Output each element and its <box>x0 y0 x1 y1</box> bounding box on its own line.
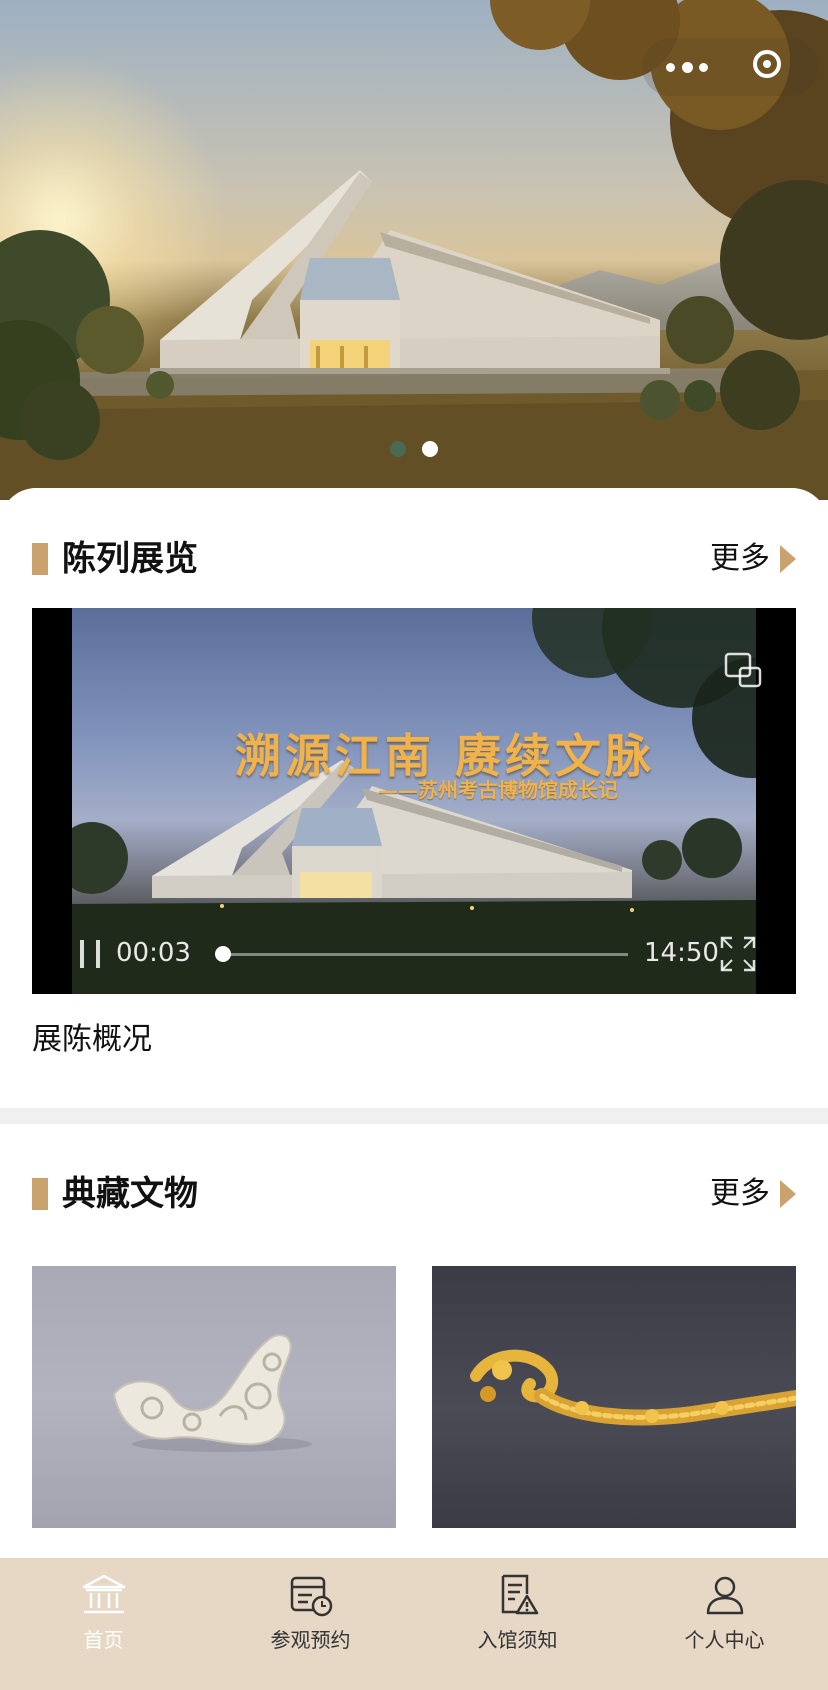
video-subtitle-overlay: ——苏州考古博物馆成长记 <box>378 778 618 802</box>
caret-right-icon <box>780 545 796 573</box>
section-accent-bar <box>32 543 48 575</box>
pause-icon[interactable] <box>78 940 102 968</box>
more-label: 更多 <box>710 541 770 576</box>
ellipsis-icon[interactable] <box>666 58 708 76</box>
tab-label: 首页 <box>83 1628 124 1652</box>
bottom-tab-bar: 首页 参观预约 入馆须知 个人中心 <box>0 1558 828 1690</box>
banner-dot[interactable] <box>390 441 406 457</box>
museum-icon <box>82 1574 125 1614</box>
hero-banner[interactable] <box>0 0 828 500</box>
gold-dragon-image <box>470 1349 796 1426</box>
tab-visit-booking[interactable]: 参观预约 <box>207 1558 414 1690</box>
progress-slider[interactable] <box>215 946 628 962</box>
more-label: 更多 <box>710 1176 770 1211</box>
user-icon <box>706 1576 743 1615</box>
caret-right-icon <box>780 1180 796 1208</box>
collection-item-jade[interactable] <box>32 1266 396 1528</box>
total-time: 14:50 <box>644 938 719 968</box>
collection-section-header: 典藏文物 更多 <box>32 1172 796 1216</box>
tab-entry-notice[interactable]: 入馆须知 <box>414 1558 621 1690</box>
collection-item-gold[interactable] <box>432 1266 796 1528</box>
video-player[interactable]: 溯源江南 赓续文脉 ——苏州考古博物馆成长记 00:03 14:50 <box>32 608 796 994</box>
progress-knob[interactable] <box>215 946 232 962</box>
video-caption[interactable]: 展陈概况 <box>32 1018 152 1062</box>
video-controls: 00:03 14:50 <box>72 928 756 978</box>
section-divider <box>0 1108 828 1124</box>
picture-in-picture-icon[interactable] <box>724 652 762 688</box>
tab-label: 个人中心 <box>684 1628 765 1652</box>
exhibition-title: 陈列展览 <box>62 539 198 579</box>
exhibition-section-header: 陈列展览 更多 <box>32 537 796 581</box>
notice-warning-icon <box>501 1574 538 1615</box>
fullscreen-icon[interactable] <box>720 936 756 972</box>
tab-profile[interactable]: 个人中心 <box>621 1558 828 1690</box>
collection-more-link[interactable]: 更多 <box>710 1172 796 1216</box>
banner-dot[interactable] <box>422 441 438 457</box>
target-circle-icon[interactable] <box>753 50 781 78</box>
jade-ornament-image <box>112 1334 312 1452</box>
exhibition-more-link[interactable]: 更多 <box>710 537 796 581</box>
tab-label: 参观预约 <box>270 1628 351 1652</box>
collection-title: 典藏文物 <box>62 1174 198 1214</box>
section-accent-bar <box>32 1178 48 1210</box>
current-time: 00:03 <box>116 938 191 968</box>
calendar-clock-icon <box>290 1576 332 1617</box>
tab-label: 入馆须知 <box>477 1628 558 1652</box>
banner-indicator <box>390 441 438 457</box>
tab-home[interactable]: 首页 <box>0 1558 207 1690</box>
